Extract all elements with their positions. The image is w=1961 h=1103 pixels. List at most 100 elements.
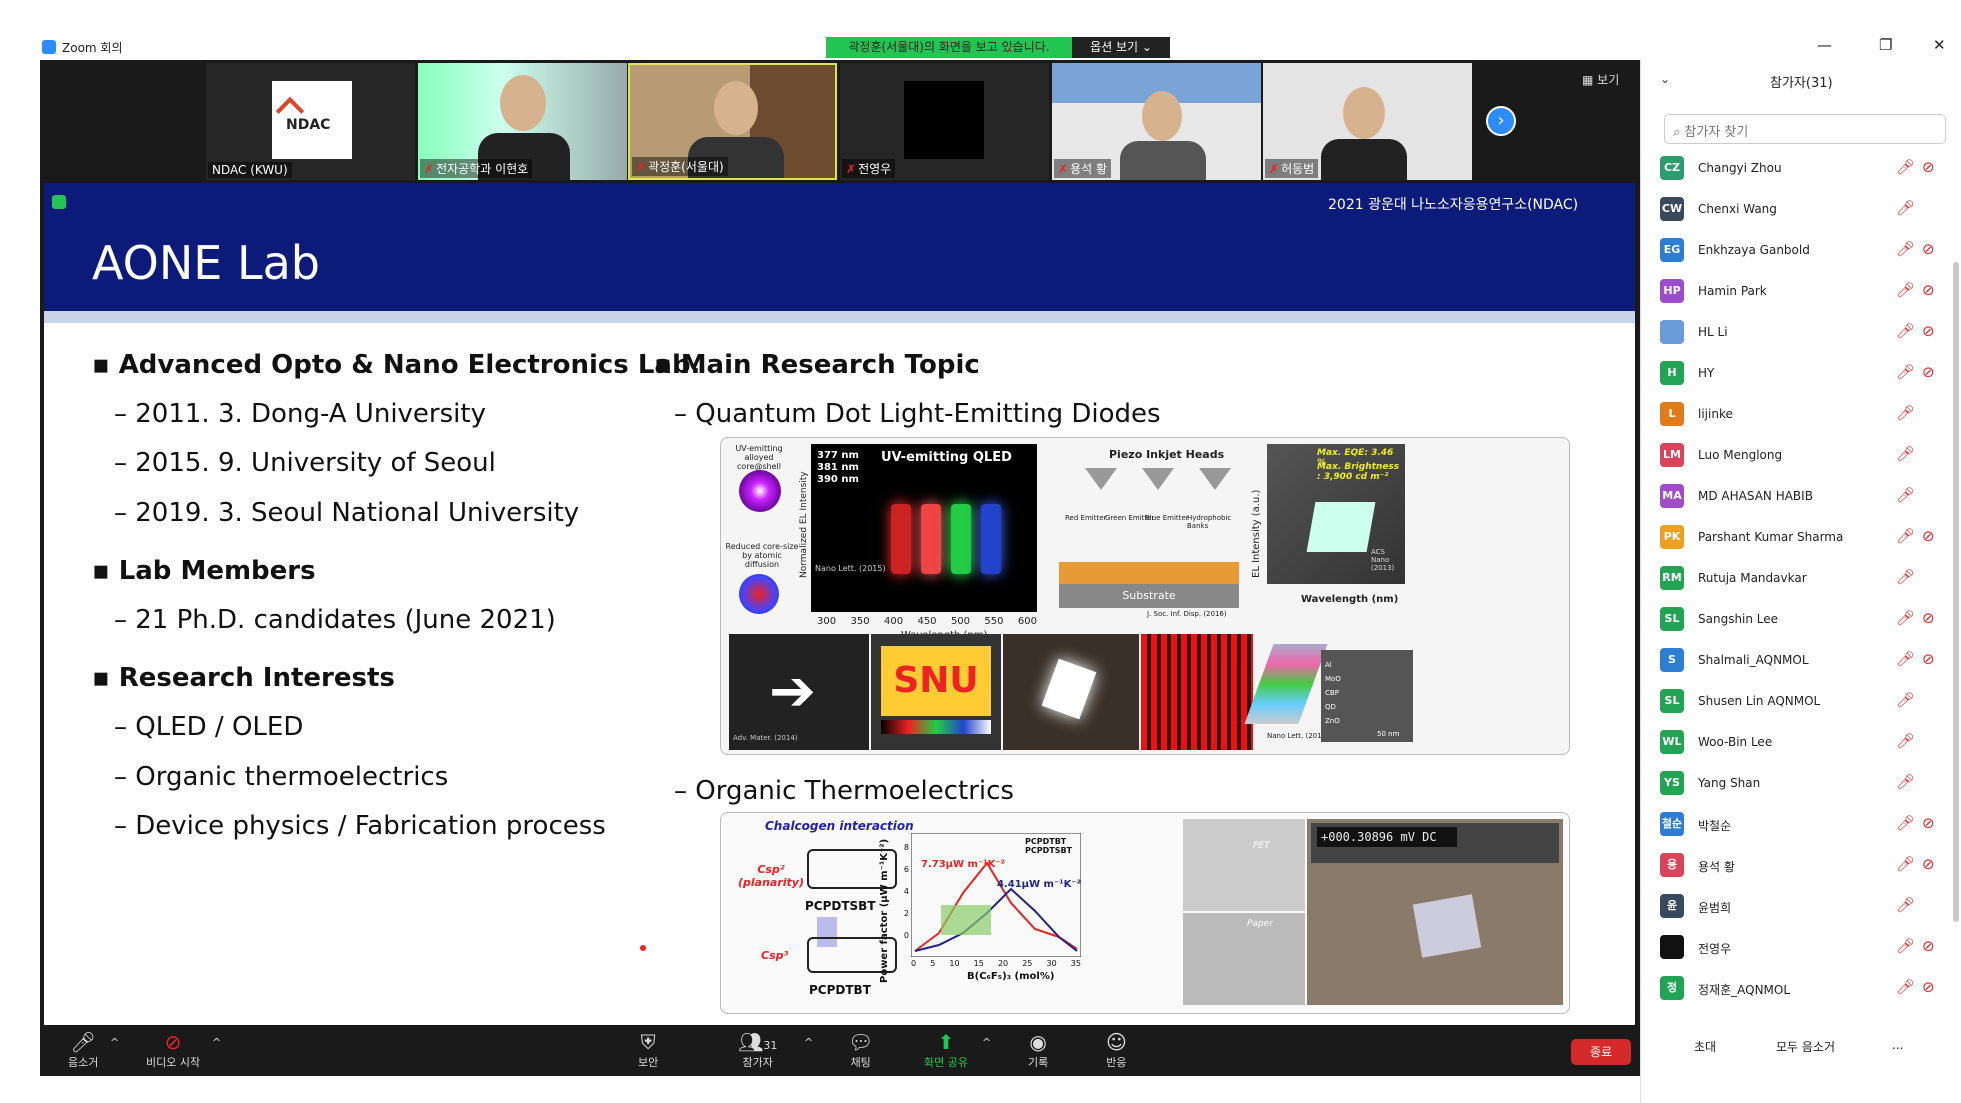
audio-options-chevron[interactable]: ^ [110,1036,119,1049]
bullet-item: – 21 Ph.D. candidates (June 2021) [114,605,556,635]
video-tile-active-speaker[interactable]: ✗ 곽정훈(서울대) [628,63,837,180]
participant-row[interactable]: S Shalmali_AQNMOL 🎤︎ ⊘ [1660,640,1946,681]
citation: Adv. Mater. (2014) [733,734,798,742]
citation: ACS Nano (2013) [1371,548,1395,572]
start-video-button[interactable]: ⊘ 비디오 시작 [146,1030,200,1070]
participants-options-chevron[interactable]: ^ [804,1036,813,1049]
legend-item: PCPDTBT [1025,837,1067,846]
participant-row[interactable]: CW Chenxi Wang 🎤︎ [1660,189,1946,230]
measurement-photo: +000.30896 mV DC [1307,819,1563,1005]
y-tick: 4 [903,887,909,896]
participant-row[interactable]: WL Woo-Bin Lee 🎤︎ [1660,722,1946,763]
thermoelectric-figure-panel: Chalcogen interaction Csp² (planarity) P… [720,812,1570,1014]
participant-row[interactable]: SL Sangshin Lee 🎤︎ ⊘ [1660,599,1946,640]
inkjet-heads [1073,468,1243,490]
pet-sample-photo: PET [1183,819,1305,911]
gallery-view-button[interactable]: ▦ 보기 [1582,71,1619,88]
reactions-button[interactable]: ☺ 반응 [1106,1030,1127,1070]
record-button[interactable]: ◉ 기록 [1028,1030,1048,1070]
end-meeting-button[interactable]: 종료 [1571,1039,1631,1065]
green-vial [951,504,971,574]
tile-name: ✗ 허동범 [1265,159,1319,178]
shield-icon [52,195,66,209]
video-options-chevron[interactable]: ^ [212,1036,221,1049]
avatar: HP [1660,279,1684,303]
participant-row[interactable]: SL Shusen Lin AQNMOL 🎤︎ [1660,681,1946,722]
window-title: Zoom 회의 [62,41,123,55]
participant-row[interactable]: LM Luo Menglong 🎤︎ [1660,435,1946,476]
view-options-button[interactable]: 옵션 보기 ⌄ [1072,37,1170,58]
bullet-item: – 2011. 3. Dong-A University [114,399,486,429]
te-legend: PCPDTBT PCPDTSBT [1025,837,1072,855]
snu-display-photo: SNU [871,634,1001,750]
avatar [1660,935,1684,959]
restore-icon[interactable]: ❐ [1879,36,1892,54]
participant-face [1142,91,1182,141]
participant-row[interactable]: HP Hamin Park 🎤︎ ⊘ [1660,271,1946,312]
topic-qled: – Quantum Dot Light-Emitting Diodes [674,399,1161,429]
invite-button[interactable]: 초대 [1694,1038,1716,1055]
participant-row[interactable]: 전영우 🎤︎ ⊘ [1660,927,1946,968]
muted-mic-icon: 🎤︎ [1896,773,1916,791]
share-screen-icon: ⬆︎ [937,1030,955,1054]
participant-row[interactable]: CZ Changyi Zhou 🎤︎ ⊘ [1660,148,1946,189]
avatar: S [1660,648,1684,672]
participant-row[interactable]: HL Li 🎤︎ ⊘ [1660,312,1946,353]
slide-org: 2021 광운대 나노소자응용연구소(NDAC) [1328,197,1579,213]
next-page-button[interactable]: › [1486,106,1516,136]
participant-row[interactable]: H HY 🎤︎ ⊘ [1660,353,1946,394]
share-options-chevron[interactable]: ^ [982,1036,991,1049]
search-placeholder: 참가자 찾기 [1684,125,1749,140]
tile-name: NDAC (KWU) [208,162,292,178]
mute-button[interactable]: 🎤︎ 음소거 [68,1030,98,1070]
participants-button[interactable]: 👥︎31 참가자 [738,1030,777,1070]
avatar: RM [1660,566,1684,590]
participant-row[interactable]: Llijinke 🎤︎ [1660,394,1946,435]
bullet-item: – QLED / OLED [114,712,304,742]
record-label: 기록 [1028,1056,1049,1069]
video-tile[interactable]: ✗ 용석 황 [1052,63,1261,180]
smiley-icon: ☺ [1106,1030,1127,1054]
close-icon[interactable]: ✕ [1933,36,1946,54]
video-off-icon: ⊘ [1922,650,1935,668]
participant-row[interactable]: YS Yang Shan 🎤︎ [1660,763,1946,804]
pcpdtsbt-series [914,861,1078,952]
minimize-icon[interactable]: — [1817,36,1832,54]
participant-row[interactable]: PK Parshant Kumar Sharma 🎤︎ ⊘ [1660,517,1946,558]
scale-bar-label: 50 nm [1377,730,1400,738]
gallery-view-label: 보기 [1597,73,1620,87]
search-icon: ⌕ [1673,125,1685,140]
muted-mic-icon: 🎤︎ [1896,896,1916,914]
participant-list-scrollbar[interactable] [1953,262,1959,922]
participant-body [1321,139,1407,180]
participant-row[interactable]: 철순 박철순 🎤︎ ⊘ [1660,804,1946,845]
video-tile[interactable]: ✗ 전영우 [840,63,1049,180]
participant-name: HL Li [1698,325,1728,339]
participant-face [1343,87,1385,139]
te-x-axis-label: B(C₆F₅)₃ (mol%) [967,971,1055,982]
layer-label: ZnO [1325,717,1340,725]
participant-search-input[interactable]: ⌕ 참가자 찾기 [1664,114,1946,144]
chevron-up-icon: ^ [212,1036,222,1049]
participant-row[interactable]: EG Enkhzaya Ganbold 🎤︎ ⊘ [1660,230,1946,271]
participant-row[interactable]: RM Rutuja Mandavkar 🎤︎ [1660,558,1946,599]
security-button[interactable]: ⛨ 보안 [638,1030,658,1070]
chat-button[interactable]: 💬︎ 채팅 [848,1030,873,1070]
participant-name: Woo-Bin Lee [1698,735,1773,749]
share-screen-button[interactable]: ⬆︎ 화면 공유 [924,1030,968,1070]
x-tick: 400 [883,616,904,627]
participant-row[interactable]: 정 정재훈_AQNMOL 🎤︎ ⊘ [1660,968,1946,1009]
participant-row[interactable]: MA MD AHASAN HABIB 🎤︎ [1660,476,1946,517]
more-options-button[interactable]: ... [1892,1038,1903,1052]
ndac-logo: NDAC [272,81,352,159]
participant-row[interactable]: 윤 윤범희 🎤︎ [1660,886,1946,927]
x-tick: 350 [850,616,870,627]
participant-name: Yang Shan [1698,776,1761,790]
collapse-chevron-icon[interactable]: ⌄ [1660,72,1670,86]
molecule-label: PCPDTSBT [805,899,876,913]
participant-row[interactable]: 용 용석 황 🎤︎ ⊘ [1660,845,1946,886]
video-tile[interactable]: ✗ 허동범 [1263,63,1472,180]
video-tile[interactable]: ✗ 전자공학과 이현호 [418,63,627,180]
mute-all-button[interactable]: 모두 음소거 [1776,1038,1835,1055]
video-tile[interactable]: NDAC NDAC (KWU) [206,63,415,180]
